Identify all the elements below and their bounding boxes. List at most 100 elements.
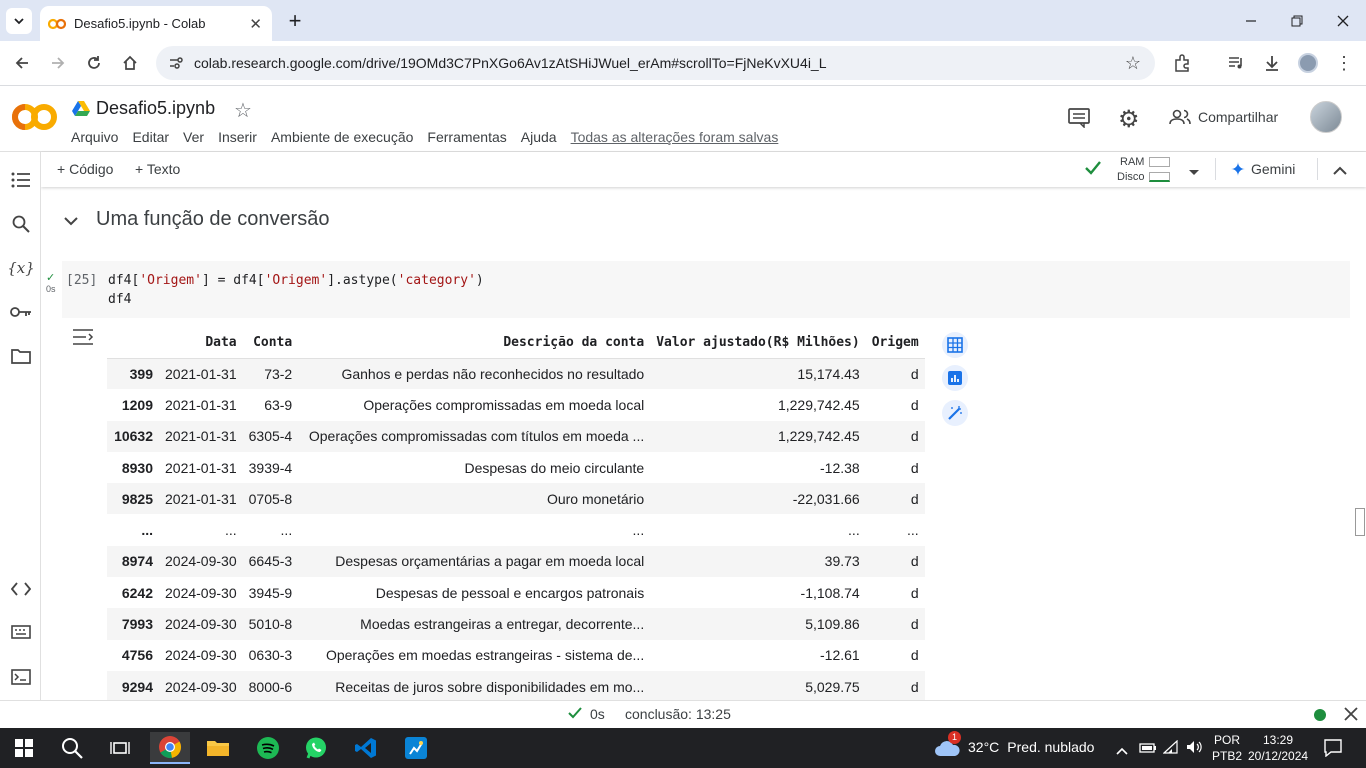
browser-tab-strip: Desafio5.ipynb - Colab ✕ + bbox=[0, 0, 1366, 41]
browser-menu-icon[interactable]: ⋮ bbox=[1330, 49, 1358, 77]
interactive-table-icon[interactable] bbox=[942, 332, 968, 358]
menu-bar: Arquivo Editar Ver Inserir Ambiente de e… bbox=[71, 129, 792, 145]
files-folder-icon[interactable] bbox=[8, 343, 34, 369]
search-icon[interactable] bbox=[8, 211, 34, 237]
tab-title: Desafio5.ipynb - Colab bbox=[74, 16, 206, 31]
table-row: 399 2021-01-31 73-2 Ganhos e perdas não rec… bbox=[107, 358, 925, 390]
weather-temp: 32°C bbox=[968, 739, 1000, 755]
output-toggle-icon[interactable] bbox=[72, 328, 94, 349]
restore-button[interactable] bbox=[1274, 0, 1320, 41]
home-button[interactable] bbox=[116, 49, 144, 77]
file-explorer-icon[interactable] bbox=[198, 732, 238, 764]
system-clock[interactable]: 13:29 20/12/2024 bbox=[1248, 732, 1308, 764]
magic-wand-icon[interactable] bbox=[942, 400, 968, 426]
status-check-icon bbox=[568, 706, 582, 723]
paint-app-icon[interactable] bbox=[396, 732, 436, 764]
table-cell: 63-9 bbox=[264, 396, 293, 413]
saved-status-link[interactable]: Todas as alterações foram salvas bbox=[571, 129, 779, 145]
code-cell[interactable]: [25] df4['Origem'] = df4['Origem'].astyp… bbox=[62, 261, 1350, 318]
address-bar-row: colab.research.google.com/drive/19OMd3C7… bbox=[0, 41, 1366, 86]
whatsapp-icon[interactable] bbox=[296, 732, 336, 764]
share-label: Compartilhar bbox=[1198, 109, 1279, 125]
colab-logo[interactable] bbox=[12, 102, 58, 132]
google-drive-icon[interactable] bbox=[72, 100, 90, 119]
tray-chevron-up-icon[interactable] bbox=[1116, 742, 1128, 758]
table-cell: Despesas de pessoal e encargos patronais bbox=[375, 584, 645, 601]
row-index-cell: ... bbox=[141, 522, 153, 539]
variables-icon[interactable]: {x} bbox=[7, 255, 35, 281]
code-snippets-icon[interactable] bbox=[8, 576, 34, 602]
notebook-title[interactable]: Desafio5.ipynb bbox=[96, 98, 215, 119]
new-tab-button[interactable]: + bbox=[282, 8, 308, 34]
menu-ambiente[interactable]: Ambiente de execução bbox=[271, 129, 413, 145]
menu-ver[interactable]: Ver bbox=[183, 129, 204, 145]
extensions-icon[interactable] bbox=[1168, 49, 1196, 77]
account-avatar[interactable] bbox=[1310, 101, 1342, 133]
close-window-button[interactable] bbox=[1320, 0, 1366, 41]
table-cell: d bbox=[910, 396, 919, 413]
table-of-contents-icon[interactable] bbox=[8, 167, 34, 193]
ram-label: RAM bbox=[1120, 156, 1145, 168]
code-line-2: df4 bbox=[108, 292, 132, 307]
add-text-button[interactable]: + Texto bbox=[135, 161, 180, 177]
site-info-icon[interactable] bbox=[168, 55, 184, 74]
weather-widget[interactable]: 1 32°C Pred. nublado bbox=[934, 731, 1095, 758]
settings-gear-icon[interactable]: ⚙ bbox=[1118, 105, 1140, 134]
terminal-icon[interactable] bbox=[8, 664, 34, 690]
media-controls-icon[interactable] bbox=[1222, 49, 1250, 77]
forward-button[interactable] bbox=[44, 49, 72, 77]
input-language[interactable]: POR PTB2 bbox=[1212, 732, 1242, 764]
chrome-taskbar-icon[interactable] bbox=[150, 732, 190, 764]
command-palette-icon[interactable] bbox=[8, 619, 34, 645]
menu-arquivo[interactable]: Arquivo bbox=[71, 129, 118, 145]
comments-icon[interactable] bbox=[1068, 108, 1090, 131]
table-row: 9294 2024-09-30 8000-6 Receitas de juros so… bbox=[107, 670, 925, 700]
star-icon[interactable]: ☆ bbox=[234, 98, 252, 123]
code-token: ] = df4[ bbox=[201, 273, 265, 288]
browser-tab[interactable]: Desafio5.ipynb - Colab ✕ bbox=[40, 6, 272, 41]
tab-search-button[interactable] bbox=[6, 8, 32, 34]
notebook-toolbar: + Código + Texto RAM Disco Gemini bbox=[41, 152, 1366, 187]
close-status-icon[interactable] bbox=[1344, 707, 1358, 724]
menu-inserir[interactable]: Inserir bbox=[218, 129, 257, 145]
reload-button[interactable] bbox=[80, 49, 108, 77]
profile-avatar-icon[interactable] bbox=[1294, 49, 1322, 77]
section-collapse-chevron-icon[interactable] bbox=[64, 213, 78, 229]
column-header: Conta bbox=[242, 328, 299, 359]
wifi-icon[interactable] bbox=[1162, 739, 1179, 757]
table-row: 8930 2021-01-31 3939-4 Despesas do meio cir… bbox=[107, 452, 925, 483]
chart-suggestion-icon[interactable] bbox=[942, 365, 968, 391]
task-view-icon[interactable] bbox=[100, 732, 140, 764]
menu-ferramentas[interactable]: Ferramentas bbox=[427, 129, 506, 145]
minimize-button[interactable] bbox=[1228, 0, 1274, 41]
share-button[interactable]: Compartilhar bbox=[1168, 108, 1278, 126]
gemini-button[interactable]: Gemini bbox=[1231, 161, 1295, 177]
secrets-key-icon[interactable] bbox=[8, 299, 34, 325]
vscode-icon[interactable] bbox=[346, 732, 386, 764]
scrollbar-thumb[interactable] bbox=[1355, 508, 1365, 536]
exec-time: 0s bbox=[46, 284, 56, 294]
runtime-dropdown-icon[interactable] bbox=[1188, 164, 1200, 180]
battery-icon[interactable] bbox=[1139, 741, 1157, 757]
close-tab-icon[interactable]: ✕ bbox=[249, 15, 262, 33]
code-token: df4[ bbox=[108, 273, 140, 288]
resources-indicator[interactable]: RAM Disco bbox=[1115, 155, 1185, 185]
keyboard-layout: PTB2 bbox=[1212, 749, 1243, 763]
spotify-icon[interactable] bbox=[248, 732, 288, 764]
taskbar-search-icon[interactable] bbox=[52, 732, 92, 764]
downloads-icon[interactable] bbox=[1258, 49, 1286, 77]
volume-icon[interactable] bbox=[1186, 740, 1202, 757]
table-cell: 73-2 bbox=[242, 358, 299, 390]
add-code-button[interactable]: + Código bbox=[57, 161, 113, 177]
menu-ajuda[interactable]: Ajuda bbox=[521, 129, 557, 145]
notifications-icon[interactable] bbox=[1324, 739, 1342, 760]
clock-time: 13:29 bbox=[1262, 733, 1294, 747]
windows-start-icon[interactable] bbox=[4, 732, 44, 764]
weather-desc: Pred. nublado bbox=[1007, 739, 1095, 755]
url-field[interactable]: colab.research.google.com/drive/19OMd3C7… bbox=[156, 46, 1155, 80]
run-success-check-icon: ✓ bbox=[46, 272, 56, 284]
collapse-header-icon[interactable] bbox=[1333, 163, 1347, 179]
menu-editar[interactable]: Editar bbox=[132, 129, 169, 145]
bookmark-star-icon[interactable]: ☆ bbox=[1125, 53, 1141, 74]
back-button[interactable] bbox=[8, 49, 36, 77]
